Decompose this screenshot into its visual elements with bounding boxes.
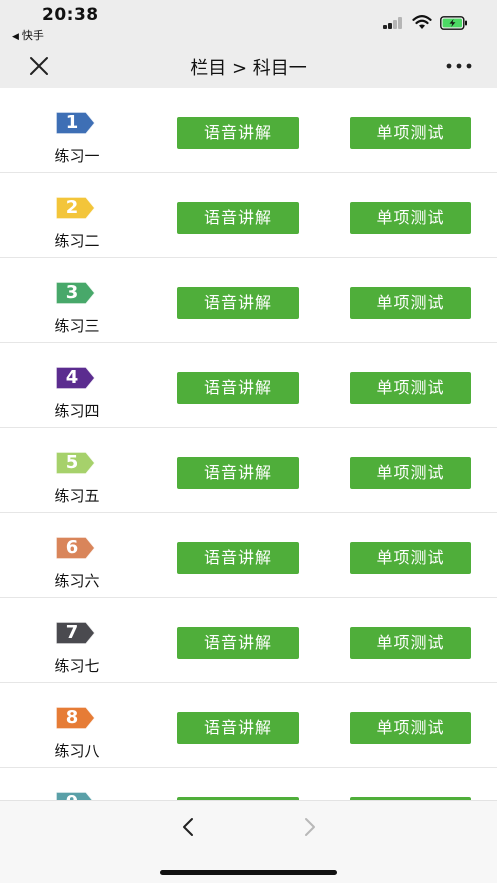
exercise-number-badge: 5 bbox=[55, 451, 97, 475]
back-to-app[interactable]: ◀ 快手 bbox=[12, 27, 44, 43]
cellular-signal-icon bbox=[383, 17, 405, 29]
exercise-number-badge: 9 bbox=[55, 791, 97, 800]
back-triangle-icon: ◀ bbox=[12, 32, 19, 42]
voice-explanation-button[interactable]: 语音讲解 bbox=[177, 712, 299, 744]
forward-button bbox=[298, 815, 322, 839]
exercise-number: 9 bbox=[55, 791, 89, 800]
exercise-number: 7 bbox=[65, 622, 79, 643]
wifi-icon bbox=[412, 14, 432, 30]
voice-explanation-button[interactable]: 语音讲解 bbox=[177, 372, 299, 404]
exercise-label: 练习八 bbox=[54, 742, 100, 760]
voice-explanation-button[interactable]: 语音讲解 bbox=[177, 457, 299, 489]
voice-explanation-button[interactable]: 语音讲解 bbox=[177, 627, 299, 659]
nav-bar: 栏目 > 科目一 bbox=[0, 44, 497, 88]
exercise-number: 4 bbox=[65, 367, 79, 388]
single-test-button[interactable]: 单项测试 bbox=[350, 202, 471, 234]
exercise-label: 练习六 bbox=[54, 572, 100, 590]
voice-explanation-button[interactable]: 语音讲解 bbox=[177, 202, 299, 234]
exercise-list[interactable]: 1 练习一 语音讲解 单项测试 2 练习二 语音讲解 单项测试 3 练习三 语音讲解 单项测试 4 练习四… bbox=[0, 88, 497, 800]
back-app-label: 快手 bbox=[21, 29, 44, 42]
list-item: 8 练习八 语音讲解 单项测试 bbox=[0, 683, 497, 768]
exercise-number-badge: 6 bbox=[55, 536, 97, 560]
exercise-label: 练习四 bbox=[54, 402, 100, 420]
more-dots-icon bbox=[446, 63, 472, 69]
bottom-toolbar bbox=[0, 800, 497, 883]
chevron-right-icon bbox=[305, 818, 315, 836]
single-test-button[interactable]: 单项测试 bbox=[350, 627, 471, 659]
list-item: 6 练习六 语音讲解 单项测试 bbox=[0, 513, 497, 598]
exercise-number-badge: 2 bbox=[55, 196, 97, 220]
exercise-number: 3 bbox=[65, 282, 79, 303]
single-test-button[interactable]: 单项测试 bbox=[350, 542, 471, 574]
more-button[interactable] bbox=[444, 56, 474, 76]
exercise-number: 8 bbox=[65, 707, 79, 728]
exercise-number-badge: 1 bbox=[55, 111, 97, 135]
list-item: 4 练习四 语音讲解 单项测试 bbox=[0, 343, 497, 428]
status-time: 20:38 bbox=[42, 5, 99, 25]
list-item: 7 练习七 语音讲解 单项测试 bbox=[0, 598, 497, 683]
page-title: 栏目 > 科目一 bbox=[190, 58, 307, 79]
exercise-number: 1 bbox=[65, 112, 79, 133]
single-test-button[interactable]: 单项测试 bbox=[350, 117, 471, 149]
exercise-number-badge: 3 bbox=[55, 281, 97, 305]
exercise-label: 练习一 bbox=[54, 147, 100, 165]
exercise-label: 练习二 bbox=[54, 232, 100, 250]
home-indicator bbox=[160, 870, 337, 875]
exercise-number-badge: 8 bbox=[55, 706, 97, 730]
voice-explanation-button[interactable]: 语音讲解 bbox=[177, 287, 299, 319]
list-item: 2 练习二 语音讲解 单项测试 bbox=[0, 173, 497, 258]
exercise-label: 练习五 bbox=[54, 487, 100, 505]
exercise-label: 练习七 bbox=[54, 657, 100, 675]
exercise-number: 5 bbox=[65, 452, 79, 473]
voice-explanation-button[interactable]: 语音讲解 bbox=[177, 542, 299, 574]
single-test-button[interactable]: 单项测试 bbox=[350, 372, 471, 404]
exercise-number-badge: 7 bbox=[55, 621, 97, 645]
single-test-button[interactable]: 单项测试 bbox=[350, 712, 471, 744]
exercise-label: 练习三 bbox=[54, 317, 100, 335]
list-item: 3 练习三 语音讲解 单项测试 bbox=[0, 258, 497, 343]
exercise-number: 6 bbox=[65, 537, 79, 558]
back-button[interactable] bbox=[176, 815, 200, 839]
exercise-number: 2 bbox=[65, 197, 79, 218]
status-bar: 20:38 ◀ 快手 bbox=[0, 0, 497, 44]
list-item: 5 练习五 语音讲解 单项测试 bbox=[0, 428, 497, 513]
list-item: 9 bbox=[0, 768, 497, 800]
chevron-left-icon bbox=[183, 818, 193, 836]
single-test-button[interactable]: 单项测试 bbox=[350, 287, 471, 319]
single-test-button[interactable]: 单项测试 bbox=[350, 457, 471, 489]
battery-charging-icon bbox=[440, 15, 468, 30]
exercise-number-badge: 4 bbox=[55, 366, 97, 390]
voice-explanation-button[interactable]: 语音讲解 bbox=[177, 117, 299, 149]
list-item: 1 练习一 语音讲解 单项测试 bbox=[0, 88, 497, 173]
